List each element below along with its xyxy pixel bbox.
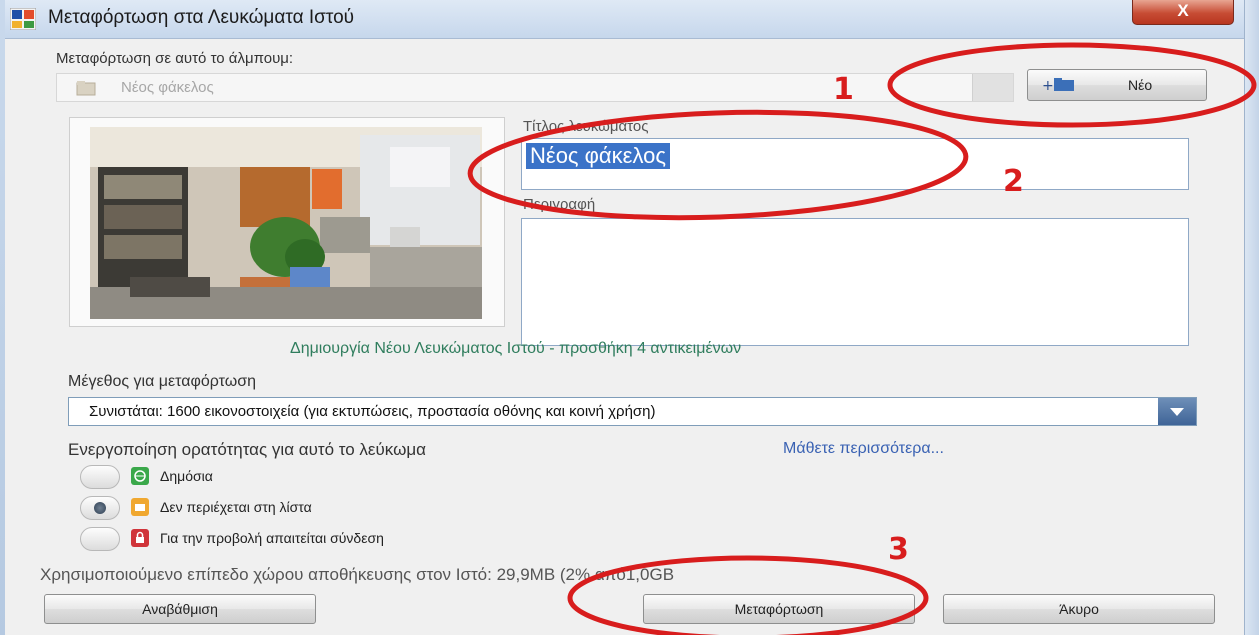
- create-album-status: Δημιουργία Νέου Λευκώματος Ιστού - προσθ…: [290, 340, 742, 357]
- visibility-signin-label: Για την προβολή απαιτείται σύνδεση: [160, 530, 384, 546]
- album-description-label: Περιγραφή: [523, 196, 596, 213]
- office-photo-thumbnail: [90, 127, 482, 319]
- new-folder-icon: +: [1042, 78, 1074, 93]
- visibility-public-radio[interactable]: [80, 465, 120, 489]
- svg-text:+: +: [1042, 78, 1054, 93]
- title-bar: Μεταφόρτωση στα Λευκώματα Ιστού X: [0, 0, 1259, 39]
- visibility-public-label: Δημόσια: [160, 468, 213, 484]
- annotation-step-2: 2: [1003, 164, 1024, 199]
- new-album-button-label: Νέο: [1128, 77, 1153, 93]
- album-select-value: Νέος φάκελος: [121, 79, 214, 96]
- visibility-signin-radio[interactable]: [80, 527, 120, 551]
- annotation-step-1: 1: [833, 72, 854, 107]
- unlisted-icon: [131, 498, 149, 516]
- album-description-input[interactable]: [521, 218, 1189, 346]
- size-dropdown-arrow-icon[interactable]: [1158, 398, 1196, 425]
- window-title: Μεταφόρτωση στα Λευκώματα Ιστού: [48, 7, 355, 28]
- visibility-label: Ενεργοποίηση ορατότητας για αυτό το λεύκ…: [68, 440, 426, 459]
- upload-dialog: Μεταφόρτωση στα Λευκώματα Ιστού X Μεταφό…: [0, 0, 1259, 635]
- upload-size-select[interactable]: Συνιστάται: 1600 εικονοστοιχεία (για εκτ…: [68, 397, 1197, 426]
- lock-icon: [131, 529, 149, 547]
- close-button[interactable]: X: [1132, 0, 1234, 25]
- visibility-unlisted-label: Δεν περιέχεται στη λίστα: [160, 499, 312, 515]
- radio-selected-dot: [94, 502, 106, 514]
- album-select-label: Μεταφόρτωση σε αυτό το άλμπουμ:: [56, 50, 294, 67]
- cancel-button[interactable]: Άκυρο: [943, 594, 1215, 624]
- annotation-step-3: 3: [888, 532, 909, 567]
- album-title-value: Νέος φάκελος: [526, 143, 670, 169]
- app-logo-icon: [10, 8, 36, 30]
- upload-size-label: Μέγεθος για μεταφόρτωση: [68, 373, 256, 390]
- new-album-button[interactable]: + Νέο: [1027, 69, 1207, 101]
- album-title-input[interactable]: Νέος φάκελος: [521, 138, 1189, 190]
- album-select-combo[interactable]: Νέος φάκελος: [56, 73, 1014, 102]
- album-cover-preview: [69, 117, 505, 327]
- globe-icon: [131, 467, 149, 485]
- album-dropdown-arrow-icon[interactable]: [972, 74, 1013, 101]
- upload-size-value: Συνιστάται: 1600 εικονοστοιχεία (για εκτ…: [89, 403, 656, 420]
- window-frame-left: [0, 0, 5, 635]
- visibility-unlisted-radio[interactable]: [80, 496, 120, 520]
- album-title-label: Τίτλος λευκώματος: [523, 118, 649, 135]
- upload-button[interactable]: Μεταφόρτωση: [643, 594, 915, 624]
- window-frame-right: [1244, 0, 1259, 635]
- learn-more-link[interactable]: Μάθετε περισσότερα...: [783, 440, 944, 458]
- storage-usage-text: Χρησιμοποιούμενο επίπεδο χώρου αποθήκευσ…: [40, 565, 675, 584]
- folder-icon: [76, 81, 96, 96]
- upgrade-button[interactable]: Αναβάθμιση: [44, 594, 316, 624]
